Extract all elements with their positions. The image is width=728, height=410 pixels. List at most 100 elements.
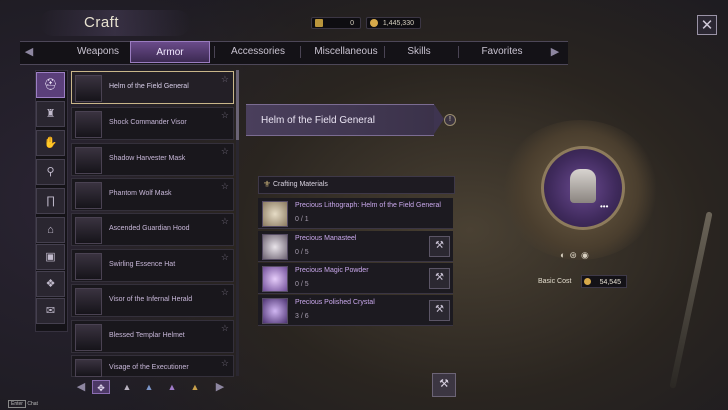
- tab-skills[interactable]: Skills: [384, 41, 454, 63]
- gold-coin-icon: [370, 19, 378, 27]
- helmet-preview-icon: [570, 169, 596, 203]
- material-quantity: 0 / 1: [295, 216, 309, 223]
- tab-miscellaneous[interactable]: Miscellaneous: [296, 41, 396, 63]
- manasteel-icon: [262, 234, 288, 260]
- helmet-thumbnail-icon: [75, 147, 102, 174]
- list-item[interactable]: Swirling Essence Hat ☆: [71, 249, 234, 282]
- material-name: Precious Manasteel: [295, 235, 357, 242]
- tab-armor[interactable]: Armor: [130, 41, 210, 63]
- item-name: Visage of the Executioner: [109, 364, 189, 371]
- tab-divider: [458, 46, 459, 58]
- item-list-scroll-thumb[interactable]: [236, 70, 239, 140]
- material-row: Precious Lithograph: Helm of the Field G…: [258, 198, 453, 229]
- category-helmet-icon[interactable]: ⛑: [36, 72, 65, 98]
- list-item[interactable]: Blessed Templar Helmet ☆: [71, 320, 234, 353]
- list-item[interactable]: Ascended Guardian Hood ☆: [71, 213, 234, 246]
- item-name: Ascended Guardian Hood: [109, 225, 190, 232]
- chat-label: Chat: [27, 401, 38, 407]
- quill-decoration: [669, 211, 713, 389]
- crafting-materials-header: ⚜ Crafting Materials: [258, 176, 455, 194]
- favorite-star-icon[interactable]: ☆: [221, 216, 229, 227]
- currency-token-value: 0: [350, 19, 354, 27]
- category-shoe-icon[interactable]: ⌂: [36, 217, 65, 243]
- category-pants-icon[interactable]: ∏: [36, 188, 65, 214]
- favorite-star-icon[interactable]: ☆: [221, 146, 229, 157]
- favorite-star-icon[interactable]: ☆: [221, 74, 229, 85]
- filter-all-icon[interactable]: ✥: [92, 380, 110, 394]
- helmet-thumbnail-icon: [75, 288, 102, 315]
- tab-accessories[interactable]: Accessories: [218, 41, 298, 63]
- currency-token: 0: [311, 17, 361, 29]
- info-icon[interactable]: !: [444, 114, 456, 126]
- gold-coin-icon: [584, 278, 591, 285]
- helmet-thumbnail-icon: [75, 217, 102, 244]
- item-preview: •••: [541, 146, 625, 230]
- material-name: Precious Magic Powder: [295, 267, 369, 274]
- list-item[interactable]: Shock Commander Visor ☆: [71, 107, 234, 140]
- material-name: Precious Polished Crystal: [295, 299, 375, 306]
- helmet-thumbnail-icon: [75, 359, 102, 377]
- material-name: Precious Lithograph: Helm of the Field G…: [295, 202, 441, 209]
- favorite-star-icon[interactable]: ☆: [221, 323, 229, 334]
- filter-next-arrow-icon[interactable]: ▶: [213, 380, 227, 394]
- filter-grade-legendary-icon[interactable]: ▲: [186, 380, 204, 394]
- filter-grade-epic-icon[interactable]: ▲: [163, 380, 181, 394]
- magic-powder-icon: [262, 266, 288, 292]
- selected-item-title-banner: Helm of the Field General: [246, 104, 434, 136]
- favorite-star-icon[interactable]: ☆: [221, 181, 229, 192]
- currency-gold-value: 1,445,330: [382, 19, 414, 27]
- tab-next-arrow-icon[interactable]: ▶: [548, 41, 562, 63]
- tab-prev-arrow-icon[interactable]: ◀: [22, 41, 36, 63]
- craft-button[interactable]: ⚒: [432, 373, 456, 397]
- currency-gold: 1,445,330: [366, 17, 421, 29]
- category-chest-armor-icon[interactable]: ♜: [36, 101, 65, 127]
- category-chest-box-icon[interactable]: ▣: [36, 244, 65, 270]
- material-row: Precious Polished Crystal 3 / 6 ⚒: [258, 295, 453, 326]
- list-item[interactable]: Visage of the Executioner ☆: [71, 355, 234, 377]
- lithograph-scroll-icon: [262, 201, 288, 227]
- chat-key: Enter: [8, 400, 26, 408]
- preview-more-dots[interactable]: •••: [600, 202, 608, 211]
- favorite-star-icon[interactable]: ☆: [221, 110, 229, 121]
- list-item[interactable]: Phantom Wolf Mask ☆: [71, 178, 234, 211]
- item-name: Phantom Wolf Mask: [109, 190, 172, 197]
- item-name: Blessed Templar Helmet: [109, 332, 185, 339]
- arrow-token-icon: [315, 19, 323, 27]
- fleur-icon: ⚜: [263, 179, 272, 189]
- favorite-star-icon[interactable]: ☆: [221, 287, 229, 298]
- helmet-thumbnail-icon: [75, 182, 102, 209]
- material-quantity: 3 / 6: [295, 313, 309, 320]
- tab-divider: [384, 46, 385, 58]
- favorite-star-icon[interactable]: ☆: [221, 252, 229, 263]
- chat-hint[interactable]: Enter Chat: [8, 400, 38, 408]
- item-name: Shock Commander Visor: [109, 119, 187, 126]
- tab-favorites[interactable]: Favorites: [462, 41, 542, 63]
- category-gloves-icon[interactable]: ✋: [36, 130, 65, 156]
- selected-item-title: Helm of the Field General: [261, 115, 375, 126]
- material-quantity: 0 / 5: [295, 281, 309, 288]
- preview-action-icons[interactable]: ◐⊛◉: [560, 250, 593, 261]
- list-item-helm-of-the-field-general[interactable]: Helm of the Field General ☆: [71, 71, 234, 104]
- close-button[interactable]: ✕: [697, 15, 717, 35]
- list-item[interactable]: Visor of the Infernal Herald ☆: [71, 284, 234, 317]
- helmet-thumbnail-icon: [75, 324, 102, 351]
- list-item[interactable]: Shadow Harvester Mask ☆: [71, 143, 234, 176]
- craft-material-button[interactable]: ⚒: [429, 268, 450, 289]
- material-row: Precious Magic Powder 0 / 5 ⚒: [258, 263, 453, 294]
- favorite-star-icon[interactable]: ☆: [221, 358, 229, 369]
- craft-material-button[interactable]: ⚒: [429, 236, 450, 257]
- window-title: Craft: [84, 14, 120, 31]
- item-name: Swirling Essence Hat: [109, 261, 176, 268]
- helmet-thumbnail-icon: [75, 111, 102, 138]
- material-row: Precious Manasteel 0 / 5 ⚒: [258, 231, 453, 262]
- item-name: Helm of the Field General: [109, 83, 189, 90]
- category-boots-icon[interactable]: ⚲: [36, 159, 65, 185]
- filter-prev-arrow-icon[interactable]: ◀: [74, 380, 88, 394]
- tab-divider: [300, 46, 301, 58]
- category-pouch-icon[interactable]: ❖: [36, 271, 65, 297]
- filter-grade-common-icon[interactable]: ▲: [118, 380, 136, 394]
- crafting-materials-label: Crafting Materials: [273, 181, 328, 188]
- category-scroll-icon[interactable]: ✉: [36, 298, 65, 324]
- craft-material-button[interactable]: ⚒: [429, 300, 450, 321]
- filter-grade-rare-icon[interactable]: ▲: [140, 380, 158, 394]
